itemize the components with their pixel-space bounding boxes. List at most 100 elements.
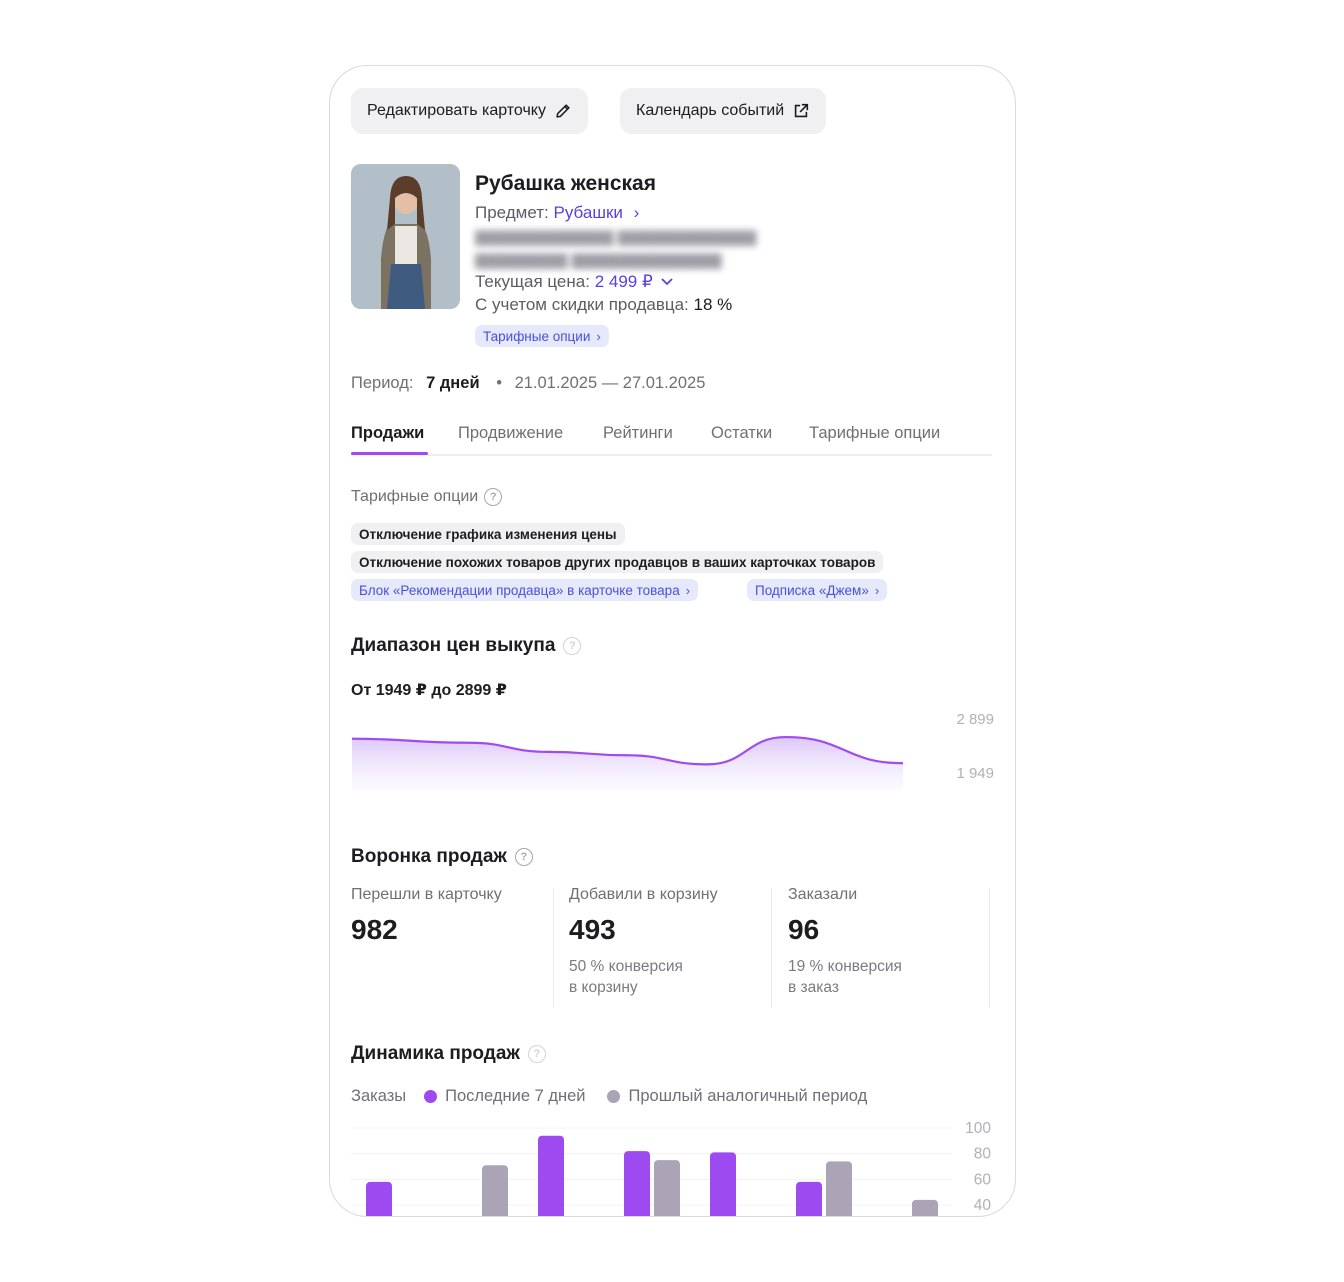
bar-previous: [826, 1161, 852, 1216]
funnel-value: 96: [788, 914, 820, 945]
help-icon[interactable]: ?: [563, 637, 582, 655]
dynamics-heading: Динамика продаж ?: [351, 1043, 546, 1065]
bar-current: [796, 1181, 822, 1216]
price-range-title: Диапазон цен выкупа: [351, 635, 556, 656]
sales-y-tick-label: 40: [974, 1197, 992, 1214]
funnel-divider: [989, 888, 990, 1008]
bar-previous: [654, 1160, 680, 1216]
tariff-chip-label: Блок «Рекомендации продавца» в карточке …: [359, 582, 680, 598]
bar-previous: [482, 1165, 508, 1216]
tab-ratings[interactable]: Рейтинги: [603, 424, 673, 443]
funnel-value: 982: [351, 914, 398, 945]
sales-y-tick-label: 60: [974, 1171, 992, 1188]
tab-stocks[interactable]: Остатки: [711, 424, 772, 443]
blurred-article: ▇▇▇▇▇▇▇▇▇▇▇▇ ▇▇▇▇▇▇▇▇▇▇▇▇: [475, 229, 757, 246]
help-icon[interactable]: ?: [484, 488, 503, 506]
chevron-right-icon: ›: [633, 203, 640, 222]
funnel-label: Добавили в корзину: [569, 886, 718, 903]
tariff-chip-price-chart: Отключение графика изменения цены: [351, 523, 625, 545]
price-y-tick-label: 2 899: [956, 711, 994, 728]
tabs-bar: Продажи Продвижение Рейтинги Остатки Тар…: [351, 420, 992, 456]
sales-y-tick-label: 80: [974, 1146, 992, 1163]
current-price-dropdown[interactable]: 2 499 ₽: [595, 272, 674, 291]
funnel-value: 493: [569, 914, 616, 945]
tariff-chip-similar-products: Отключение похожих товаров других продав…: [351, 551, 884, 573]
sales-dynamics-chart: 100 80 60 40: [351, 1120, 992, 1216]
period-row: Период: 7 дней • 21.01.2025 — 27.01.2025: [351, 374, 705, 393]
funnel-conversion: 50 % конверсия в корзину: [569, 956, 718, 998]
product-subject: Предмет: Рубашки ›: [475, 203, 639, 223]
subject-label: Предмет:: [475, 203, 549, 222]
funnel-label: Перешли в карточку: [351, 886, 502, 903]
price-area-fill: [352, 737, 903, 790]
legend-previous-dot: [607, 1090, 621, 1103]
tab-sales[interactable]: Продажи: [351, 424, 424, 443]
chevron-down-icon: [660, 278, 673, 286]
tab-tariff-options[interactable]: Тарифные опции: [809, 424, 940, 443]
subject-value: Рубашки: [553, 203, 623, 222]
pencil-icon: [556, 104, 570, 118]
funnel-conversion-line: в заказ: [788, 979, 839, 996]
price-y-tick-label: 1 949: [956, 765, 994, 782]
product-photo: [351, 164, 460, 309]
help-icon[interactable]: ?: [527, 1045, 546, 1063]
period-range: 21.01.2025 — 27.01.2025: [514, 374, 706, 392]
bar-current: [710, 1152, 736, 1216]
tariff-chip-label: Отключение похожих товаров других продав…: [359, 554, 876, 570]
chevron-right-icon: ›: [685, 582, 691, 598]
external-link-icon: [794, 103, 809, 118]
dynamics-title: Динамика продаж: [351, 1043, 520, 1064]
funnel-add-to-cart: Добавили в корзину 493 50 % конверсия в …: [569, 886, 718, 1006]
product-analytics-card: Редактировать карточку Календарь событий…: [329, 65, 1016, 1217]
funnel-card-views: Перешли в карточку 982: [351, 886, 502, 1006]
edit-card-button[interactable]: Редактировать карточку: [351, 88, 588, 134]
current-price-value: 2 499 ₽: [594, 272, 653, 291]
tariff-chip-jam-subscription[interactable]: Подписка «Джем» ›: [747, 579, 888, 601]
bar-current: [366, 1181, 392, 1216]
tariff-options-title: Тарифные опции: [351, 488, 479, 505]
period-separator: •: [496, 374, 502, 392]
funnel-label: Заказали: [788, 886, 858, 903]
funnel-title: Воронка продаж: [351, 846, 507, 867]
help-icon[interactable]: ?: [514, 848, 533, 866]
blurred-barcode: ▇▇▇▇▇▇▇▇ ▇▇▇▇▇▇▇▇▇▇▇▇▇: [475, 252, 722, 269]
legend-current-dot: [424, 1090, 438, 1103]
metric-selector[interactable]: Заказы: [351, 1087, 406, 1106]
price-range-chart: 21.0122.0123.0124.0125.0126.0127.012 899…: [351, 711, 994, 790]
funnel-conversion: 19 % конверсия в заказ: [788, 956, 902, 998]
edit-card-label: Редактировать карточку: [367, 102, 546, 119]
sales-y-tick-label: 100: [965, 1120, 991, 1137]
funnel-divider: [553, 888, 554, 1008]
tariff-options-chip-label: Тарифные опции: [483, 328, 591, 344]
discount-value: 18 %: [693, 295, 733, 314]
event-calendar-button[interactable]: Календарь событий: [620, 88, 827, 134]
tab-promotion[interactable]: Продвижение: [458, 424, 563, 443]
dynamics-legend: Заказы Последние 7 дней Прошлый аналогич…: [351, 1087, 867, 1106]
active-tab-indicator: [351, 452, 428, 455]
seller-discount: С учетом скидки продавца: 18 %: [475, 295, 732, 315]
bar-previous: [912, 1199, 938, 1216]
subject-link[interactable]: Рубашки ›: [554, 203, 640, 222]
funnel-conversion-line: 19 % конверсия: [788, 958, 902, 975]
funnel-heading: Воронка продаж ?: [351, 846, 533, 868]
event-calendar-label: Календарь событий: [636, 102, 785, 119]
funnel-orders: Заказали 96 19 % конверсия в заказ: [788, 886, 902, 1006]
bar-current: [624, 1151, 650, 1216]
bar-current: [538, 1135, 564, 1216]
discount-label: С учетом скидки продавца:: [475, 295, 689, 314]
price-range-heading: Диапазон цен выкупа ?: [351, 635, 582, 657]
tariff-chip-label: Подписка «Джем»: [755, 582, 869, 598]
period-value[interactable]: 7 дней: [426, 374, 480, 392]
funnel-conversion-line: в корзину: [569, 979, 638, 996]
product-title: Рубашка женская: [475, 172, 656, 195]
legend-current-label: Последние 7 дней: [445, 1087, 586, 1105]
chevron-right-icon: ›: [874, 582, 880, 598]
tariff-chip-recommendations[interactable]: Блок «Рекомендации продавца» в карточке …: [351, 579, 699, 601]
current-price: Текущая цена: 2 499 ₽: [475, 272, 674, 292]
current-price-label: Текущая цена:: [475, 272, 590, 291]
tariff-options-chip[interactable]: Тарифные опции ›: [475, 325, 609, 347]
chevron-right-icon: ›: [596, 328, 601, 344]
funnel-conversion-line: 50 % конверсия: [569, 958, 683, 975]
tariff-chip-label: Отключение графика изменения цены: [359, 526, 617, 542]
legend-previous-label: Прошлый аналогичный период: [628, 1087, 868, 1105]
